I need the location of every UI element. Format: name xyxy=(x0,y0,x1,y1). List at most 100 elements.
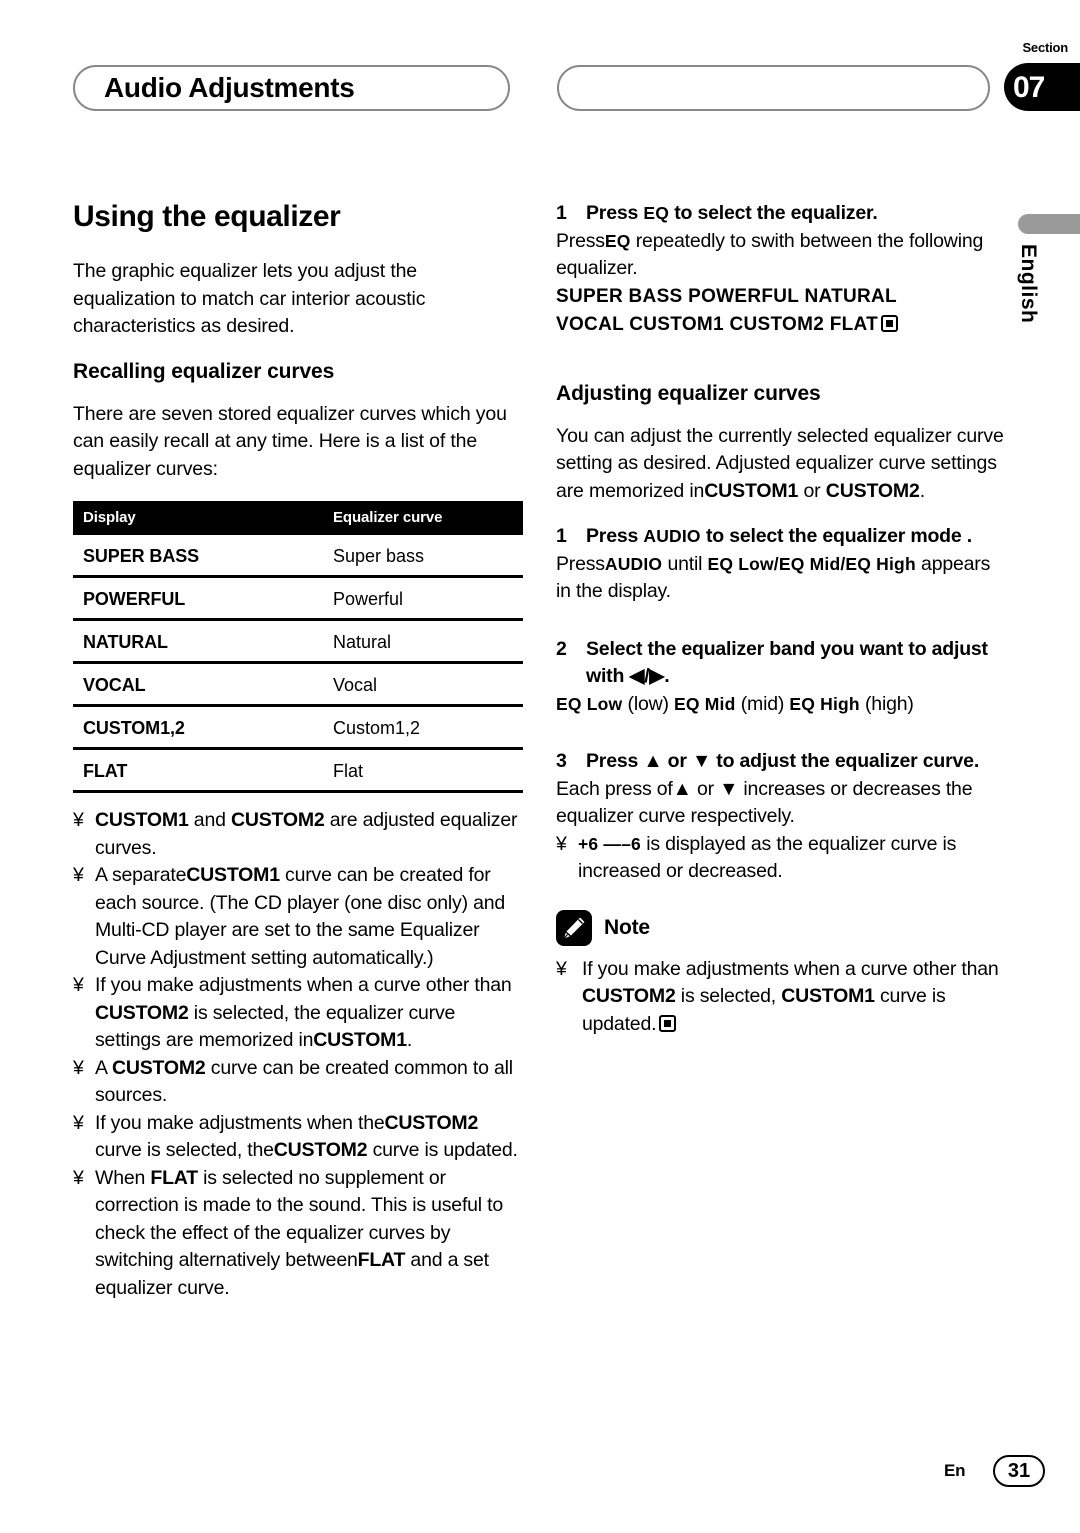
step-body-text: PressAUDIO until EQ Low/EQ Mid/EQ High a… xyxy=(556,551,1006,606)
step-1: 1 Press AUDIO to select the equalizer mod… xyxy=(556,523,1006,606)
text-run: or xyxy=(798,479,826,502)
step-heading-text: Press ▲ or ▼ to adjust the equalizer cur… xyxy=(586,748,979,776)
table-row: CUSTOM1,2 Custom1,2 xyxy=(73,705,523,750)
table-header-display: Display xyxy=(73,501,333,535)
pencil-icon xyxy=(556,909,592,946)
step-heading-text: Select the equalizer band you want to ad… xyxy=(586,636,1006,691)
right-steps-list: 1 Press AUDIO to select the equalizer mod… xyxy=(556,523,1006,831)
cell-curve: Natural xyxy=(333,619,523,664)
table-row: NATURAL Natural xyxy=(73,619,523,664)
table-header-curve: Equalizer curve xyxy=(333,501,523,535)
emphasis-term: CUSTOM1 xyxy=(95,809,189,831)
table-header-row: Display Equalizer curve xyxy=(73,501,523,535)
section-intro: The graphic equalizer lets you adjust th… xyxy=(73,260,426,337)
key-term: EQ Mid xyxy=(674,693,736,714)
text-run: (mid) xyxy=(735,692,790,715)
text-run: Select the equalizer band you want to ad… xyxy=(586,637,988,688)
step-heading: 1 Press AUDIO to select the equalizer mod… xyxy=(556,523,1006,551)
note-bullets-list: ¥ If you make adjustments when a curve ot… xyxy=(556,956,1006,1039)
emphasis-term: FLAT xyxy=(150,1166,198,1189)
text-run: Press xyxy=(556,229,605,252)
note-custom2-common: ¥ A CUSTOM2 curve can be created common t… xyxy=(73,1055,523,1110)
text-run: When xyxy=(95,1166,151,1189)
emphasis-term: CUSTOM1 xyxy=(781,985,875,1007)
text-run: . xyxy=(406,1029,413,1051)
bullet-icon: ¥ xyxy=(73,864,84,886)
text-run: Press ▲ or ▼ to adjust the equalizer cur… xyxy=(586,750,980,772)
step-2: 2 Select the equalizer band you want to a… xyxy=(556,636,1006,719)
table-row: POWERFUL Powerful xyxy=(73,576,523,621)
bullet-icon: ¥ xyxy=(73,1056,84,1079)
bullet-icon: ¥ xyxy=(73,1111,84,1134)
end-marker-icon xyxy=(881,314,899,332)
key-term: AUDIO xyxy=(643,526,701,546)
cell-curve: Custom1,2 xyxy=(333,705,523,750)
text-run: curve is updated. xyxy=(367,1139,518,1161)
left-column: Using the equalizer The graphic equalize… xyxy=(73,200,523,1302)
text-run: A separate xyxy=(95,864,187,886)
note-flat: ¥ When FLAT is selected no supplement or … xyxy=(73,1165,523,1303)
equalizer-curves-line-2: VOCAL CUSTOM1 CUSTOM2 FLAT xyxy=(556,311,1006,339)
step-body-text: Each press of▲ or ▼ increases or decreas… xyxy=(556,776,1006,831)
cell-display: NATURAL xyxy=(73,619,333,664)
equalizer-curves-line-1: SUPER BASS POWERFUL NATURAL xyxy=(556,285,897,307)
cell-display: FLAT xyxy=(73,748,333,793)
table-row: VOCAL Vocal xyxy=(73,662,523,707)
note-adjust-other-curve: ¥ If you make adjustments when a curve ot… xyxy=(73,972,523,1055)
cell-curve: Vocal xyxy=(333,662,523,707)
note-label: Note xyxy=(604,915,650,939)
table-row: FLAT Flat xyxy=(73,748,523,793)
emphasis-term: CUSTOM2 xyxy=(273,1139,368,1161)
step-number: 1 xyxy=(556,202,567,224)
subsection-intro-recalling: There are seven stored equalizer curves … xyxy=(73,402,507,480)
emphasis-term: CUSTOM2 xyxy=(95,1001,189,1024)
step-heading-text: Press EQ to select the equalizer. xyxy=(586,200,878,228)
right-column: 1 Press EQ to select the equalizer. Pres… xyxy=(556,200,1006,1038)
cell-curve: Flat xyxy=(333,748,523,793)
text-run: If you make adjustments when the xyxy=(95,1111,385,1134)
section-label: Section xyxy=(1022,40,1068,55)
key-term: AUDIO xyxy=(604,553,663,574)
bullet-icon: ¥ xyxy=(556,832,567,855)
step-number: 1 xyxy=(556,525,567,547)
subsection-intro-adjusting: You can adjust the currently selected eq… xyxy=(556,423,1006,506)
emphasis-term: FLAT xyxy=(357,1249,406,1271)
key-term: EQ xyxy=(604,230,631,251)
note-custom1-updated: ¥ If you make adjustments when a curve ot… xyxy=(556,956,1006,1039)
text-run: If you make adjustments when a curve oth… xyxy=(582,957,999,980)
key-term: EQ High xyxy=(789,693,860,714)
cell-curve: Powerful xyxy=(333,576,523,621)
note-custom2-updated: ¥ If you make adjustments when theCUSTOM2… xyxy=(73,1110,523,1165)
step-press-eq-heading: 1 Press EQ to select the equalizer. xyxy=(556,200,1006,228)
step-heading: 3 Press ▲ or ▼ to adjust the equalizer cu… xyxy=(556,748,1006,776)
note-header: Note xyxy=(556,909,1006,946)
cell-display: VOCAL xyxy=(73,662,333,707)
text-run: Press xyxy=(586,525,644,547)
left-notes-list: ¥ CUSTOM1 and CUSTOM2 are adjusted equali… xyxy=(73,807,523,1302)
text-run: to select the equalizer mode . xyxy=(700,525,972,547)
text-run: (low) xyxy=(622,692,675,715)
text-run: If you make adjustments when a curve oth… xyxy=(95,974,512,996)
section-number: 07 xyxy=(1013,71,1045,104)
language-tab-bar xyxy=(1018,214,1080,234)
cell-curve: Super bass xyxy=(333,535,523,578)
step-heading: 2 Select the equalizer band you want to a… xyxy=(556,636,1006,691)
step3-notes-list: ¥ +6 —–6 is displayed as the equalizer cu… xyxy=(556,831,1006,886)
key-term: +6 —–6 xyxy=(578,833,641,854)
footer-language-code: En xyxy=(944,1461,966,1480)
note-separate-custom1: ¥ A separateCUSTOM1 curve can be created … xyxy=(73,862,523,972)
emphasis-term: CUSTOM2 xyxy=(384,1111,479,1134)
emphasis-term: CUSTOM2 xyxy=(230,809,325,831)
cell-display: POWERFUL xyxy=(73,576,333,621)
text-run: to select the equalizer. xyxy=(669,202,878,224)
bullet-icon: ¥ xyxy=(73,974,84,996)
key-term: EQ xyxy=(643,203,670,223)
footer-page-number: 31 xyxy=(993,1455,1045,1487)
page-title: Audio Adjustments xyxy=(104,72,355,103)
table-row: SUPER BASS Super bass xyxy=(73,535,523,578)
language-tab-label: English xyxy=(1017,244,1040,324)
cell-display: SUPER BASS xyxy=(73,535,333,578)
text-run: until xyxy=(662,552,708,575)
text-run: is selected, xyxy=(675,985,782,1007)
header-pill-right xyxy=(557,65,990,111)
